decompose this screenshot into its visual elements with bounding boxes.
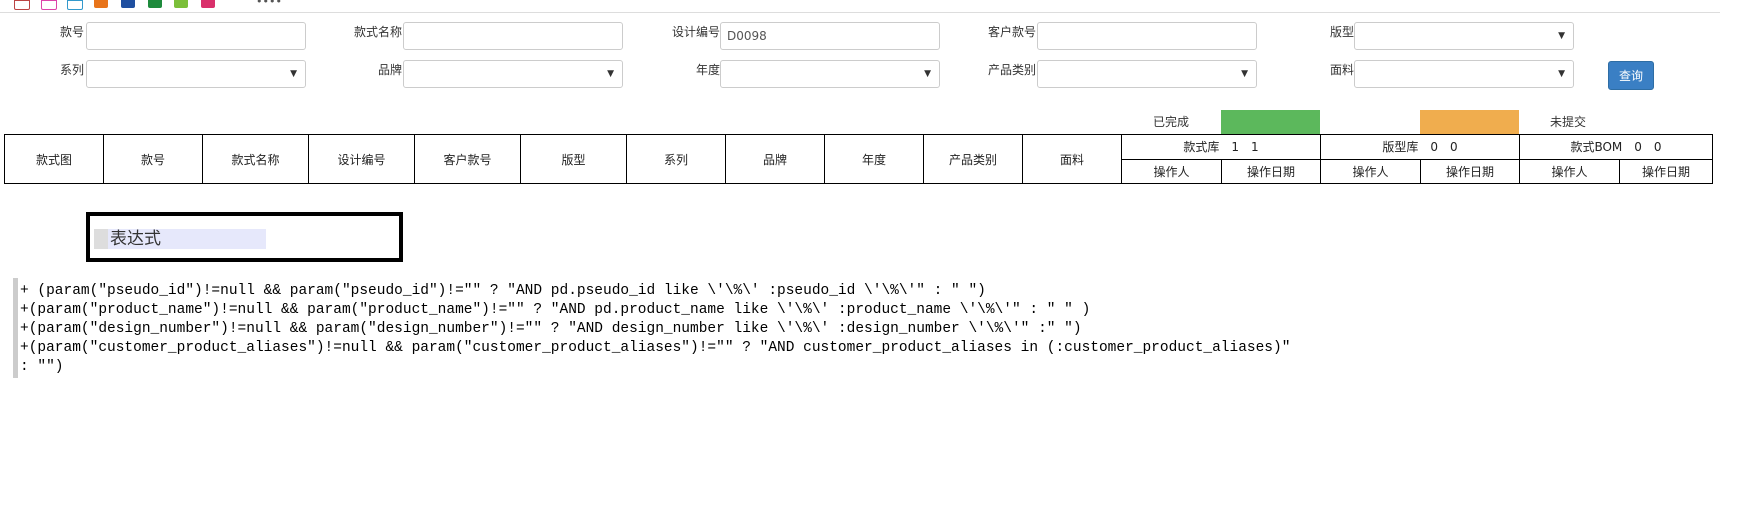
- query-button[interactable]: 查询: [1608, 61, 1654, 90]
- subheader-op-date: 操作日期: [1420, 158, 1520, 184]
- code-gutter: [13, 278, 18, 378]
- col-header-pattern: 版型: [520, 134, 627, 184]
- document-icon[interactable]: [14, 0, 30, 10]
- style-no-input[interactable]: [86, 22, 306, 50]
- col-header-fabric: 面料: [1022, 134, 1122, 184]
- picture-icon[interactable]: [201, 0, 215, 8]
- subheader-operator: 操作人: [1121, 158, 1222, 184]
- subheader-operator: 操作人: [1519, 158, 1620, 184]
- category-label: 产品类别: [987, 63, 1036, 77]
- code-line: + (param("pseudo_id")!=null && param("ps…: [20, 283, 986, 299]
- code-line: +(param("design_number")!=null && param(…: [20, 321, 1082, 337]
- year-label: 年度: [695, 63, 720, 77]
- code-line: : ""): [20, 359, 64, 375]
- subheader-op-date: 操作日期: [1221, 158, 1321, 184]
- subheader-operator: 操作人: [1320, 158, 1421, 184]
- done-legend-swatch: [1221, 110, 1320, 134]
- chevron-down-icon: ▼: [607, 69, 614, 79]
- style-name-label: 款式名称: [353, 25, 402, 39]
- group-header-style-bom: 款式BOM 0 0: [1519, 134, 1713, 160]
- pattern-label: 版型: [1329, 25, 1354, 39]
- expression-title-box: 表达式: [86, 212, 403, 262]
- table-header-row: 款式图 款号 款式名称 设计编号 客户款号 版型 系列 品牌 年度 产品类别 面…: [4, 134, 1713, 184]
- new-document-icon[interactable]: [41, 0, 57, 10]
- fabric-select[interactable]: ▼: [1354, 60, 1574, 88]
- style-no-label: 款号: [59, 25, 84, 39]
- excel-icon[interactable]: [148, 0, 162, 8]
- unsubmitted-legend-label: 未提交: [1550, 115, 1587, 129]
- code-line: +(param("product_name")!=null && param("…: [20, 302, 1091, 318]
- chevron-down-icon: ▼: [1558, 69, 1565, 79]
- chevron-down-icon: ▼: [1558, 31, 1565, 41]
- done-legend-label: 已完成: [1153, 115, 1190, 129]
- col-header-series: 系列: [626, 134, 726, 184]
- col-header-design-no: 设计编号: [308, 134, 415, 184]
- design-no-input[interactable]: [720, 22, 940, 50]
- subheader-op-date: 操作日期: [1619, 158, 1713, 184]
- fabric-label: 面料: [1329, 63, 1354, 77]
- customer-no-input[interactable]: [1037, 22, 1257, 50]
- group-header-style-lib: 款式库 1 1: [1121, 134, 1321, 160]
- col-header-brand: 品牌: [725, 134, 825, 184]
- results-table: 款式图 款号 款式名称 设计编号 客户款号 版型 系列 品牌 年度 产品类别 面…: [4, 134, 1713, 184]
- toolbar-trailing-text: ••••: [256, 0, 282, 8]
- edit-icon[interactable]: [94, 0, 108, 8]
- pattern-select[interactable]: ▼: [1354, 22, 1574, 50]
- sheet-icon[interactable]: [174, 0, 188, 8]
- col-header-style-name: 款式名称: [202, 134, 309, 184]
- col-header-style-no: 款号: [103, 134, 203, 184]
- series-label: 系列: [59, 63, 84, 77]
- word-icon[interactable]: [121, 0, 135, 8]
- expression-code: + (param("pseudo_id")!=null && param("ps…: [20, 282, 1290, 377]
- brand-label: 品牌: [377, 63, 402, 77]
- col-header-style-image: 款式图: [4, 134, 104, 184]
- customer-no-label: 客户款号: [987, 25, 1036, 39]
- unsubmitted-legend-swatch: [1420, 110, 1519, 134]
- category-select[interactable]: ▼: [1037, 60, 1257, 88]
- toolbar: ••••: [0, 0, 1720, 13]
- col-header-category: 产品类别: [923, 134, 1023, 184]
- col-header-year: 年度: [824, 134, 924, 184]
- group-header-pattern-lib: 版型库 0 0: [1320, 134, 1520, 160]
- code-line: +(param("customer_product_aliases")!=nul…: [20, 340, 1291, 356]
- series-select[interactable]: ▼: [86, 60, 306, 88]
- chevron-down-icon: ▼: [1241, 69, 1248, 79]
- chevron-down-icon: ▼: [290, 69, 297, 79]
- copy-document-icon[interactable]: [67, 0, 83, 10]
- style-name-input[interactable]: [403, 22, 623, 50]
- expression-marker: [94, 229, 108, 249]
- design-no-label: 设计编号: [671, 25, 720, 39]
- expression-title: 表达式: [108, 229, 266, 249]
- brand-select[interactable]: ▼: [403, 60, 623, 88]
- chevron-down-icon: ▼: [924, 69, 931, 79]
- year-select[interactable]: ▼: [720, 60, 940, 88]
- col-header-customer-no: 客户款号: [414, 134, 521, 184]
